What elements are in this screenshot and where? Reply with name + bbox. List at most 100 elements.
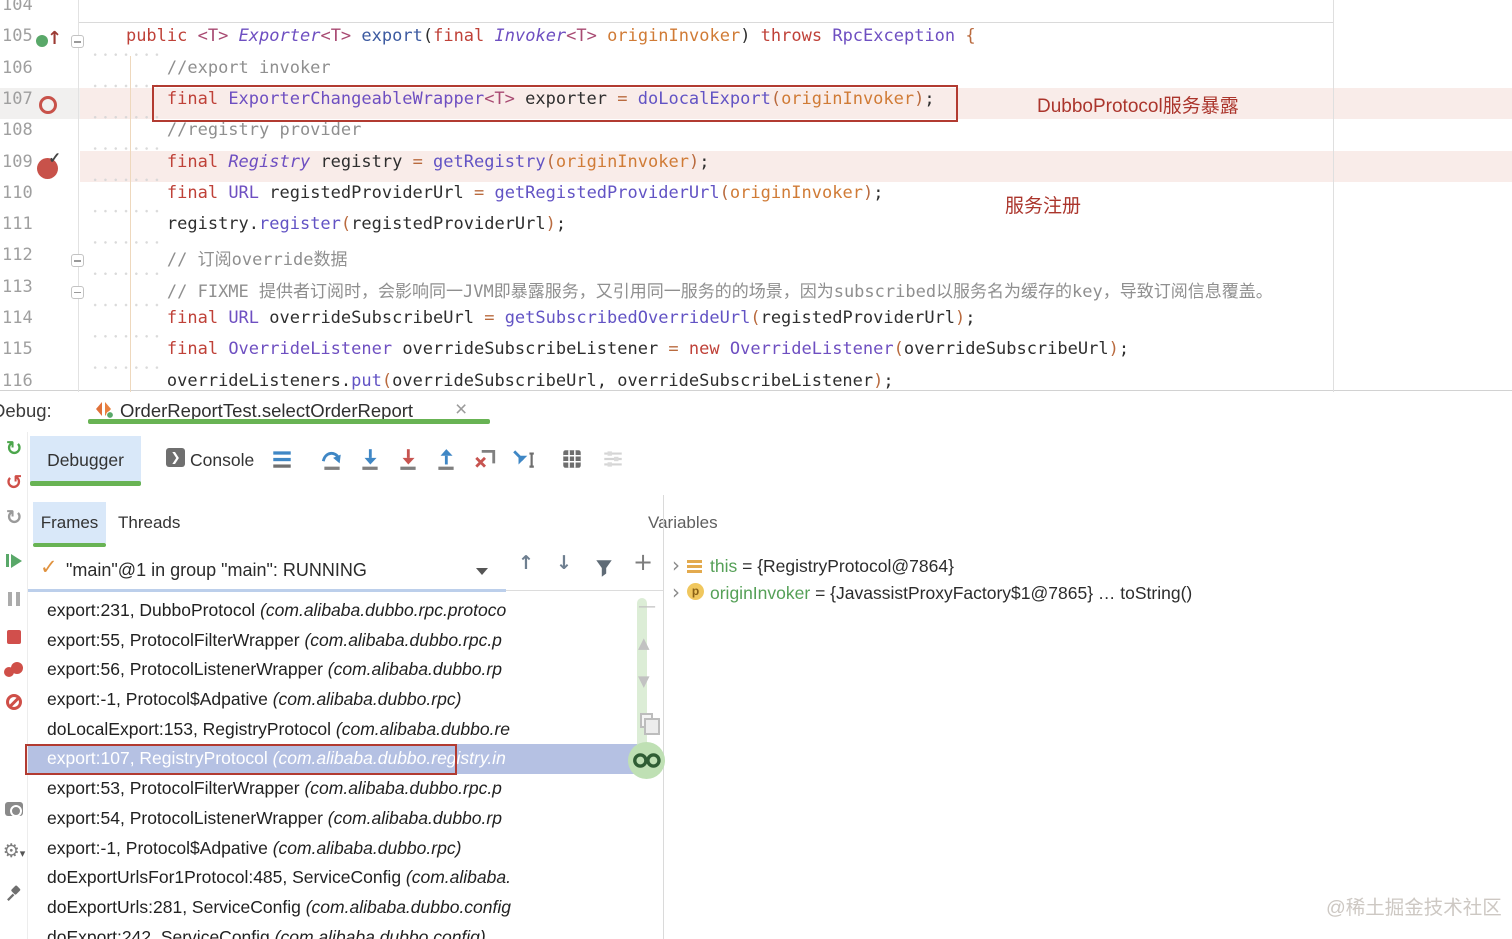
variable-row[interactable]: originInvoker = {JavassistProxyFactory$1…: [710, 580, 1192, 607]
thread-row-border: [506, 590, 663, 591]
resume-program-icon[interactable]: [1, 552, 27, 570]
stop-and-rerun-icon[interactable]: ↺: [1, 470, 27, 494]
glasses-overlay-button[interactable]: [628, 742, 665, 779]
line-number: 114: [2, 308, 33, 328]
stack-frame-row[interactable]: export:-1, Protocol$Adpative (com.alibab…: [25, 834, 637, 864]
rerun-icon[interactable]: ↻: [1, 436, 27, 460]
thread-dump-icon[interactable]: [1, 802, 27, 821]
run-to-cursor-icon[interactable]: [512, 447, 536, 471]
toolbar-separator: [27, 432, 28, 939]
annotation-box-selected-frame: [25, 744, 457, 775]
this-variable-icon: [687, 560, 702, 573]
tab-console[interactable]: Console: [190, 436, 260, 485]
stack-frame-row[interactable]: doLocalExport:153, RegistryProtocol (com…: [25, 715, 637, 745]
override-marker-icon[interactable]: ↑: [36, 28, 62, 53]
chevron-down-icon[interactable]: [476, 568, 488, 575]
variable-value: = {RegistryProtocol@7864}: [742, 556, 954, 576]
code-line: public <T> Exporter<T> export(final Invo…: [125, 26, 976, 47]
gear-icon[interactable]: ⚙▾: [1, 840, 27, 863]
code-editor: DubboProtocol服务暴露 服务注册 104 105 ↑ public <T…: [0, 0, 1512, 392]
stack-frame-row[interactable]: export:54, ProtocolListenerWrapper (com.…: [25, 804, 637, 834]
view-breakpoints-icon[interactable]: [1, 662, 27, 683]
line-number: 111: [2, 214, 33, 235]
panel-splitter[interactable]: [663, 495, 664, 939]
annotation-box-line-107: [152, 85, 958, 122]
stack-frame-row[interactable]: export:53, ProtocolFilterWrapper (com.al…: [25, 774, 637, 804]
variable-row[interactable]: this = {RegistryProtocol@7864}: [710, 553, 954, 580]
line-number: 113: [2, 276, 33, 297]
code-line: final URL registedProviderUrl = getRegis…: [166, 182, 884, 203]
glasses-icon: [633, 753, 661, 768]
tab-debugger[interactable]: Debugger: [30, 436, 141, 485]
rerun-failed-tests-icon[interactable]: ↻: [1, 505, 27, 529]
thread-selector[interactable]: "main"@1 in group "main": RUNNING: [66, 551, 367, 589]
pause-icon[interactable]: [1, 592, 27, 611]
stack-frame-row[interactable]: doExport:242, ServiceConfig (com.alibaba…: [25, 923, 637, 939]
step-into-icon[interactable]: [358, 447, 382, 471]
evaluate-expression-icon[interactable]: [560, 447, 584, 471]
variable-name: this: [710, 556, 738, 576]
tab-frames[interactable]: Frames: [33, 502, 106, 543]
force-step-into-icon[interactable]: [396, 447, 420, 471]
code-line: final Registry registry = getRegistry(or…: [166, 151, 710, 172]
line-number: 115: [2, 339, 33, 360]
variable-value: = {JavassistProxyFactory$1@7865} … toStr…: [815, 583, 1193, 603]
line-number: 104: [2, 0, 33, 15]
code-line: //registry provider: [166, 120, 362, 141]
line-number: 106: [2, 57, 33, 78]
debugger-tab-underline: [30, 481, 141, 486]
code-line: //export invoker: [166, 57, 331, 78]
drop-frame-icon[interactable]: [473, 447, 497, 471]
tab-threads[interactable]: Threads: [118, 502, 188, 543]
variable-name: originInvoker: [710, 583, 811, 603]
line-number: 110: [2, 182, 33, 203]
copy-stack-icon[interactable]: [640, 713, 660, 735]
code-line: // 订阅override数据: [166, 250, 348, 271]
code-line: // FIXME 提供者订阅时，会影响同一JVM即暴露服务，又引用同一服务的的场…: [166, 281, 1273, 302]
show-execution-point-icon[interactable]: [270, 447, 294, 471]
step-out-icon[interactable]: [434, 447, 458, 471]
editor-right-margin: [1333, 0, 1334, 392]
fold-marker-icon[interactable]: [71, 254, 84, 268]
layout-settings-icon[interactable]: [601, 447, 625, 471]
pin-icon[interactable]: [1, 884, 27, 908]
ide-window: DubboProtocol服务暴露 服务注册 104 105 ↑ public <T…: [0, 0, 1512, 939]
fold-marker-icon[interactable]: [71, 35, 84, 49]
console-icon: ❯: [166, 448, 185, 467]
step-over-icon[interactable]: [320, 447, 344, 471]
add-icon[interactable]: +: [633, 548, 653, 576]
line-number: 112: [2, 245, 33, 266]
mute-breakpoints-icon[interactable]: [1, 694, 27, 715]
stack-frame-row[interactable]: export:-1, Protocol$Adpative (com.alibab…: [25, 685, 637, 715]
variables-pane-title: Variables: [648, 513, 718, 532]
chevron-right-icon[interactable]: ›: [672, 580, 680, 604]
breakpoint-icon[interactable]: [39, 95, 57, 114]
breakpoint-checked-icon[interactable]: ✓: [37, 150, 61, 179]
scroll-up-icon[interactable]: ▲: [638, 634, 650, 652]
stack-frame-row[interactable]: export:56, ProtocolListenerWrapper (com.…: [25, 655, 637, 685]
stop-icon[interactable]: [1, 630, 27, 649]
move-down-icon[interactable]: ↓: [556, 552, 572, 574]
frames-tab-underline: [33, 543, 106, 547]
thread-selector-underline: [28, 589, 506, 592]
chevron-right-icon[interactable]: ›: [672, 553, 680, 577]
stack-frame-row[interactable]: doExportUrlsFor1Protocol:485, ServiceCon…: [25, 863, 637, 893]
stack-frame-row[interactable]: export:231, DubboProtocol (com.alibaba.d…: [25, 596, 637, 626]
parameter-variable-icon: p: [687, 583, 704, 600]
code-line: final URL overrideSubscribeUrl = getSubs…: [166, 308, 976, 328]
method-separator: [78, 22, 1334, 23]
line-number: 108: [2, 120, 33, 141]
check-icon: ✓: [40, 555, 58, 579]
collapse-icon[interactable]: —: [638, 596, 656, 617]
move-up-icon[interactable]: ↑: [518, 552, 534, 574]
stack-frame-row[interactable]: doExportUrls:281, ServiceConfig (com.ali…: [25, 893, 637, 923]
filter-icon[interactable]: [593, 557, 615, 579]
gutter-separator: [78, 0, 79, 392]
session-tab-underline: [88, 419, 490, 424]
scroll-down-icon[interactable]: ▼: [638, 672, 650, 690]
run-test-icon: [96, 402, 114, 419]
fold-marker-icon[interactable]: [71, 285, 84, 299]
line-number: 116: [2, 370, 33, 391]
code-line: final OverrideListener overrideSubscribe…: [166, 339, 1130, 360]
stack-frame-row[interactable]: export:55, ProtocolFilterWrapper (com.al…: [25, 626, 637, 656]
